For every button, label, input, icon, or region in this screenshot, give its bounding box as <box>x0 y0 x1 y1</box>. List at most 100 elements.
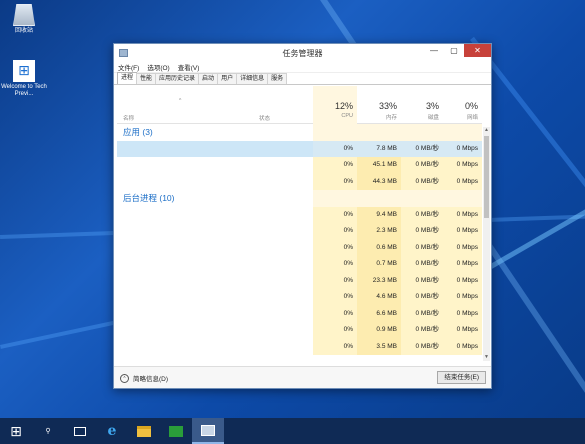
cell-memory: 9.4 MB <box>357 206 401 223</box>
cell-cpu: 0% <box>313 305 357 322</box>
cell-cpu: 0% <box>313 140 357 157</box>
task-view-icon <box>74 426 86 436</box>
table-row[interactable]: 资讯0%44.3 MB0 MB/秒0 Mbps <box>117 173 482 190</box>
cell-disk: 0 MB/秒 <box>401 289 443 306</box>
group-header[interactable]: 应用 (3) <box>117 124 482 141</box>
cell-network: 0 Mbps <box>443 239 482 256</box>
cell-memory: 3.5 MB <box>357 338 401 355</box>
cell-memory: 23.3 MB <box>357 272 401 289</box>
cell-disk <box>401 124 443 141</box>
taskbar-task-manager[interactable] <box>192 418 224 444</box>
cell-network: 0 Mbps <box>443 289 482 306</box>
close-button[interactable]: ✕ <box>464 44 491 57</box>
scroll-thumb[interactable] <box>484 136 489 218</box>
table-row[interactable]: Microsoft IME0%2.3 MB0 MB/秒0 Mbps <box>117 223 482 240</box>
title-bar[interactable]: 任务管理器 — ▢ ✕ <box>114 44 491 61</box>
start-button[interactable]: ⊞ <box>0 418 32 444</box>
table-row[interactable]: Windows 任务的主机进程0%6.6 MB0 MB/秒0 Mbps <box>117 305 482 322</box>
cell-network <box>443 190 482 207</box>
cell-network: 0 Mbps <box>443 272 482 289</box>
table-row[interactable]: WMI Provider Host0%3.5 MB0 MB/秒0 Mbps <box>117 338 482 355</box>
tab-startup[interactable]: 启动 <box>198 73 219 84</box>
menu-view[interactable]: 查看(V) <box>178 62 200 72</box>
tab-processes[interactable]: 进程 <box>117 72 138 84</box>
internet-explorer-icon: e <box>107 423 117 439</box>
cell-cpu: 0% <box>313 206 357 223</box>
tab-strip: 进程 性能 应用历史记录 启动 用户 详细信息 服务 <box>114 72 491 85</box>
process-table: ^ 名称 状态 12% CPU 33% 内存 3% 磁盘 0% 网络 应用 (3… <box>117 86 482 355</box>
column-header-cpu[interactable]: 12% CPU <box>313 86 357 124</box>
table-row[interactable]: Runtime Broker0%4.6 MB0 MB/秒0 Mbps <box>117 289 482 306</box>
group-title: 应用 (3) <box>123 127 153 137</box>
cell-disk: 0 MB/秒 <box>401 173 443 190</box>
scroll-up-arrow-icon[interactable]: ▲ <box>483 127 490 134</box>
cell-cpu: 0% <box>313 289 357 306</box>
cell-memory: 0.7 MB <box>357 256 401 273</box>
table-row[interactable]: >Microsoft Windows Search ...0%23.3 MB0 … <box>117 272 482 289</box>
table-row[interactable]: >任务管理器0%7.8 MB0 MB/秒0 Mbps <box>117 140 482 157</box>
cell-network: 0 Mbps <box>443 256 482 273</box>
taskbar-internet-explorer[interactable]: e <box>96 418 128 444</box>
tab-services[interactable]: 服务 <box>267 73 288 84</box>
table-row[interactable]: Application Frame Host0%9.4 MB0 MB/秒0 Mb… <box>117 206 482 223</box>
cell-memory <box>357 190 401 207</box>
cell-memory: 6.6 MB <box>357 305 401 322</box>
menu-bar: 文件(F) 选项(O) 查看(V) <box>114 61 491 73</box>
cell-cpu: 0% <box>313 223 357 240</box>
cell-cpu: 0% <box>313 173 357 190</box>
minimize-button[interactable]: — <box>424 44 444 57</box>
search-icon: ⚲ <box>45 428 51 435</box>
windows-logo-icon: ⊞ <box>13 60 35 82</box>
end-task-button[interactable]: 结束任务(E) <box>437 371 486 384</box>
table-row[interactable]: Windows 音频设备图形隔离0%0.9 MB0 MB/秒0 Mbps <box>117 322 482 339</box>
menu-options[interactable]: 选项(O) <box>147 62 169 72</box>
cell-disk: 0 MB/秒 <box>401 338 443 355</box>
table-header: ^ 名称 状态 12% CPU 33% 内存 3% 磁盘 0% 网络 <box>117 86 482 124</box>
cell-memory: 0.6 MB <box>357 239 401 256</box>
cell-network: 0 Mbps <box>443 206 482 223</box>
tab-app-history[interactable]: 应用历史记录 <box>155 73 200 84</box>
cell-cpu: 0% <box>313 322 357 339</box>
less-details-label: 简略信息(D) <box>133 376 169 383</box>
group-header[interactable]: 后台进程 (10) <box>117 190 482 207</box>
table-row[interactable]: Microsoft Windows Search F...0%0.6 MB0 M… <box>117 239 482 256</box>
cell-cpu <box>313 190 357 207</box>
tab-users[interactable]: 用户 <box>217 73 238 84</box>
cell-network: 0 Mbps <box>443 157 482 174</box>
column-header-disk[interactable]: 3% 磁盘 <box>401 86 443 124</box>
chevron-up-icon: ⌃ <box>120 373 129 383</box>
tab-performance[interactable]: 性能 <box>136 73 157 84</box>
window-footer: ⌃ 简略信息(D) 结束任务(E) <box>114 366 491 388</box>
menu-file[interactable]: 文件(F) <box>118 62 139 72</box>
tab-details[interactable]: 详细信息 <box>236 73 269 84</box>
task-manager-window: 任务管理器 — ▢ ✕ 文件(F) 选项(O) 查看(V) 进程 性能 应用历史… <box>113 43 492 389</box>
search-button[interactable]: ⚲ <box>32 418 64 444</box>
cell-memory: 45.1 MB <box>357 157 401 174</box>
taskbar-file-explorer[interactable] <box>128 418 160 444</box>
taskbar: ⊞ ⚲ e <box>0 418 585 444</box>
cell-disk: 0 MB/秒 <box>401 206 443 223</box>
less-details-button[interactable]: ⌃ 简略信息(D) <box>120 373 168 383</box>
cell-disk: 0 MB/秒 <box>401 140 443 157</box>
column-header-status[interactable]: 状态 <box>259 86 313 124</box>
column-header-memory[interactable]: 33% 内存 <box>357 86 401 124</box>
cell-memory <box>357 124 401 141</box>
desktop-icon-welcome[interactable]: ⊞ Welcome to Tech Previ... <box>0 60 48 98</box>
table-row[interactable]: 音乐0%45.1 MB0 MB/秒0 Mbps <box>117 157 482 174</box>
task-view-button[interactable] <box>64 418 96 444</box>
desktop-icon-label: 回收站 <box>14 28 33 34</box>
desktop-icon-recycle-bin[interactable]: 回收站 <box>0 4 48 35</box>
group-title: 后台进程 (10) <box>123 193 175 203</box>
cell-cpu: 0% <box>313 239 357 256</box>
cell-cpu: 0% <box>313 272 357 289</box>
cell-disk: 0 MB/秒 <box>401 157 443 174</box>
table-row[interactable]: Microsoft Windows Search P...0%0.7 MB0 M… <box>117 256 482 273</box>
scroll-down-arrow-icon[interactable]: ▼ <box>483 354 490 361</box>
vertical-scrollbar[interactable]: ▲ ▼ <box>483 127 490 361</box>
taskbar-store[interactable] <box>160 418 192 444</box>
cell-network: 0 Mbps <box>443 223 482 240</box>
column-header-name[interactable]: ^ 名称 <box>117 86 259 124</box>
store-icon <box>169 425 183 437</box>
maximize-button[interactable]: ▢ <box>444 44 464 57</box>
column-header-network[interactable]: 0% 网络 <box>443 86 482 124</box>
